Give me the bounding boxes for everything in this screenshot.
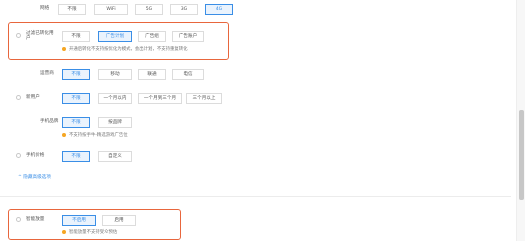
- phone-brand-option-any[interactable]: 不限: [62, 117, 90, 128]
- operator-option-any[interactable]: 不限: [62, 69, 90, 80]
- operator-label: 运营商: [40, 71, 54, 76]
- installed-filter-row: 过滤已转化用户 不限 广告计划 广告组 广告账户 开通后转化不支持按优化为模式，…: [0, 26, 511, 56]
- phone-brand-label: 手机品牌: [40, 119, 59, 124]
- warning-dot-icon: [62, 230, 66, 234]
- phone-price-radio[interactable]: [16, 153, 21, 158]
- warning-dot-icon: [62, 133, 66, 137]
- operator-option-unicom[interactable]: 联通: [138, 69, 166, 80]
- network-option-4g[interactable]: 4G: [205, 4, 233, 15]
- installed-filter-hint-text: 开通后转化不支持按优化为模式，会出计划，不支持重复转化: [69, 47, 188, 52]
- phone-price-option-any[interactable]: 不限: [62, 151, 90, 162]
- new-device-option-1to3m[interactable]: 一个月到三个月: [138, 93, 182, 104]
- warning-dot-icon: [62, 47, 66, 51]
- new-device-row: 新用户 不限 一个月以内 一个月到三个月 三个月以上: [0, 92, 511, 106]
- phone-price-option-custom[interactable]: 自定义: [98, 151, 132, 162]
- network-option-wifi[interactable]: WiFi: [94, 4, 128, 15]
- phone-brand-option-by-brand[interactable]: 按品牌: [98, 117, 132, 128]
- installed-filter-hint: 开通后转化不支持按优化为模式，会出计划，不支持重复转化: [62, 46, 188, 52]
- installed-filter-label: 过滤已转化用户: [26, 31, 54, 42]
- smart-release-label: 智能放量: [26, 217, 45, 222]
- smart-release-option-disabled[interactable]: 不启用: [62, 215, 96, 226]
- smart-release-option-enabled[interactable]: 启用: [102, 215, 136, 226]
- new-device-option-any[interactable]: 不限: [62, 93, 90, 104]
- installed-filter-option-campaign[interactable]: 广告计划: [98, 31, 132, 42]
- network-label: 网络: [40, 6, 50, 11]
- new-device-label: 新用户: [26, 95, 40, 100]
- operator-option-mobile[interactable]: 移动: [98, 69, 132, 80]
- installed-filter-option-account[interactable]: 广告账户: [172, 31, 204, 42]
- network-option-any[interactable]: 不限: [58, 4, 86, 15]
- new-device-option-1m[interactable]: 一个月以内: [98, 93, 132, 104]
- phone-brand-row: 手机品牌 不限 按品牌 不支持按手牛-精选游戏广告位: [0, 116, 511, 146]
- phone-price-label: 手机价格: [26, 153, 45, 158]
- scrollbar-thumb[interactable]: [519, 110, 524, 200]
- section-divider: [0, 196, 511, 197]
- new-device-option-3m-plus[interactable]: 三个月以上: [186, 93, 222, 104]
- network-option-5g[interactable]: 5G: [135, 4, 163, 15]
- network-option-3g[interactable]: 3G: [170, 4, 198, 15]
- smart-release-row: 智能放量 不启用 启用 智能放量不支持受众预估: [0, 213, 511, 237]
- installed-filter-option-adgroup[interactable]: 广告组: [138, 31, 166, 42]
- phone-brand-hint-text: 不支持按手牛-精选游戏广告位: [69, 133, 128, 138]
- installed-filter-option-any[interactable]: 不限: [62, 31, 90, 42]
- new-device-radio[interactable]: [16, 95, 21, 100]
- smart-release-radio[interactable]: [16, 217, 21, 222]
- phone-price-row: 手机价格 不限 自定义: [0, 150, 511, 164]
- phone-brand-hint: 不支持按手牛-精选游戏广告位: [62, 132, 128, 138]
- collapse-advanced-link[interactable]: ^ 隐藏高级选项: [18, 174, 51, 180]
- smart-release-hint-text: 智能放量不支持受众预估: [69, 230, 118, 235]
- installed-filter-radio[interactable]: [16, 33, 21, 38]
- network-row: 网络 不限 WiFi 5G 3G 4G: [0, 3, 511, 17]
- operator-option-telecom[interactable]: 电信: [172, 69, 204, 80]
- operator-row: 运营商 不限 移动 联通 电信: [0, 68, 511, 82]
- smart-release-hint: 智能放量不支持受众预估: [62, 229, 117, 235]
